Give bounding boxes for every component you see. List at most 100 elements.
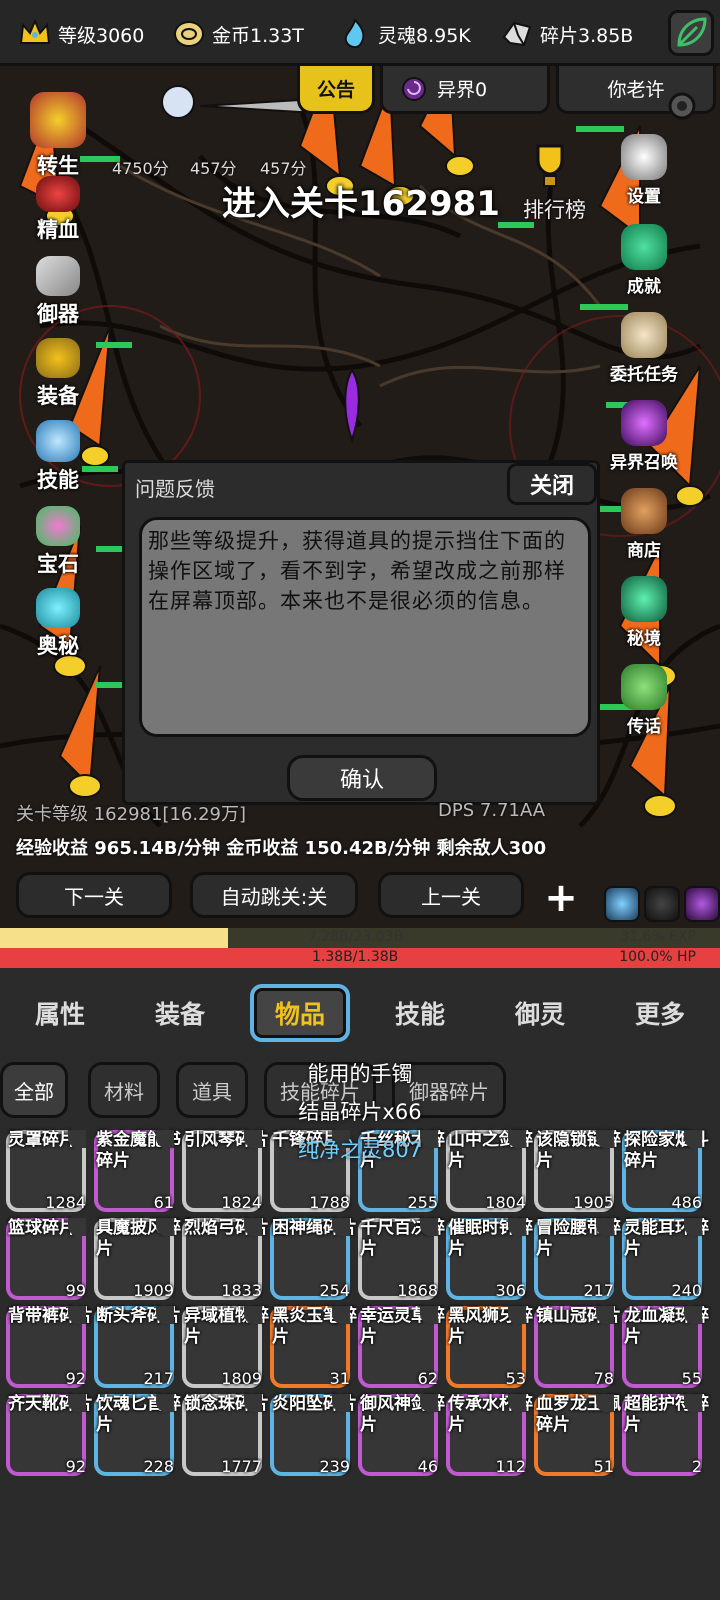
settings-gear-icon[interactable] — [662, 86, 702, 126]
auto-skip-button[interactable]: 自动跳关:关 — [190, 872, 358, 918]
buff-void-icon[interactable] — [684, 886, 720, 922]
portal-icon — [621, 400, 667, 446]
item-count: 228 — [143, 1457, 174, 1476]
tab-items[interactable]: 物品 — [250, 984, 350, 1042]
shard-text: 碎片3.85B — [540, 24, 634, 47]
shop-label: 商店 — [627, 541, 661, 561]
exp-percent: 31.6% EXP — [620, 929, 696, 945]
side-secret-realm-button[interactable]: 秘境 — [604, 576, 684, 649]
item-count: 217 — [583, 1281, 614, 1300]
side-achievement-button[interactable]: 成就 — [604, 224, 684, 297]
item-slot[interactable]: 传承水杯碎片 112 — [446, 1394, 533, 1476]
leaf-icon — [677, 17, 707, 47]
exp-bar: 7.28B/23.03B 31.6% EXP — [0, 928, 720, 948]
shop-bag-icon — [621, 488, 667, 534]
item-slot[interactable]: 超能护符碎片 2 — [622, 1394, 709, 1476]
item-slot[interactable]: 灵能耳环碎片 240 — [622, 1218, 709, 1300]
helmet-icon — [36, 338, 80, 378]
side-summon-button[interactable]: 异界召唤 — [604, 400, 684, 473]
item-slot[interactable]: 千尺百决碎片 1868 — [358, 1218, 445, 1300]
tab-spirits[interactable]: 御灵 — [490, 984, 590, 1042]
level-text: 等级3060 — [58, 24, 145, 47]
side-skill-button[interactable]: 技能 — [18, 420, 98, 494]
item-slot[interactable]: 催眠时钟碎片 306 — [446, 1218, 533, 1300]
realm-swirl-icon — [402, 76, 426, 101]
item-slot[interactable]: 锁念珠碎片 1777 — [182, 1394, 269, 1476]
plus-button[interactable]: + — [538, 876, 584, 922]
realm-tab[interactable]: 异界0 — [380, 66, 550, 114]
item-slot[interactable]: 断头斧碎片 217 — [94, 1306, 181, 1388]
side-essence-button[interactable]: 精血 — [18, 176, 98, 244]
item-slot[interactable]: 篮球碎片 99 — [6, 1218, 86, 1300]
item-count: 53 — [505, 1369, 526, 1388]
item-slot[interactable]: 烈焰弓碎片 1833 — [182, 1218, 269, 1300]
level-resource: 等级3060 — [18, 12, 144, 56]
item-slot[interactable]: 镇山冠碎片 78 — [534, 1306, 621, 1388]
side-gem-button[interactable]: 宝石 — [18, 506, 98, 578]
buff-lightning-icon[interactable] — [604, 886, 640, 922]
tab-skills[interactable]: 技能 — [370, 984, 470, 1042]
item-slot[interactable]: 具魔披风碎片 1909 — [94, 1218, 181, 1300]
item-slot[interactable]: 饮魂匕首碎片 228 — [94, 1394, 181, 1476]
item-slot[interactable]: 背带裤碎片 92 — [6, 1306, 93, 1388]
stage-title: 进入关卡162981 — [222, 184, 500, 224]
item-count: 46 — [417, 1457, 438, 1476]
trophy-icon[interactable] — [528, 140, 572, 190]
item-count: 306 — [495, 1281, 526, 1300]
item-slot[interactable]: 齐天靴碎片 92 — [6, 1394, 93, 1476]
hp-bar: 1.38B/1.38B 100.0% HP — [0, 948, 720, 968]
confirm-button[interactable]: 确认 — [287, 755, 437, 801]
side-commission-button[interactable]: 委托任务 — [604, 312, 684, 385]
item-name: 龙血凝珠碎片 — [624, 1306, 709, 1347]
side-arcana-button[interactable]: 奥秘 — [18, 588, 98, 660]
prev-stage-button[interactable]: 上一关 — [378, 872, 524, 918]
sword-icon — [36, 256, 80, 296]
side-message-button[interactable]: 传话 — [604, 664, 684, 737]
item-name: 烈焰弓碎片 — [184, 1218, 269, 1238]
buff-dark-orb-icon[interactable] — [644, 886, 680, 922]
next-stage-button[interactable]: 下一关 — [16, 872, 172, 918]
side-settings-button[interactable]: 设置 — [604, 134, 684, 207]
item-slot[interactable]: 御风神剑碎片 46 — [358, 1394, 445, 1476]
ranking-label[interactable]: 排行榜 — [523, 194, 586, 224]
item-name: 催眠时钟碎片 — [448, 1218, 533, 1259]
tab-attributes[interactable]: 属性 — [10, 984, 110, 1042]
item-name: 饮魂匕首碎片 — [96, 1394, 181, 1435]
feedback-textarea[interactable]: 那些等级提升，获得道具的提示挡住下面的操作区域了，看不到字，希望改成之前那样在屏… — [139, 517, 591, 737]
item-slot[interactable]: 龙血凝珠碎片 55 — [622, 1306, 709, 1388]
item-count: 1788 — [309, 1193, 350, 1212]
item-slot[interactable]: 幸运灵草碎片 62 — [358, 1306, 445, 1388]
item-count: 1824 — [221, 1193, 262, 1212]
item-slot[interactable]: 炎阳坠碎片 239 — [270, 1394, 357, 1476]
item-slot[interactable]: 血罗龙王佩碎片 51 — [534, 1394, 621, 1476]
close-button[interactable]: 关闭 — [507, 463, 597, 505]
tab-equipment[interactable]: 装备 — [130, 984, 230, 1042]
commission-label: 委托任务 — [610, 365, 678, 385]
leaf-menu-button[interactable] — [668, 10, 714, 56]
item-slot[interactable]: 黑炎玉笔碎片 31 — [270, 1306, 357, 1388]
horn-icon — [621, 664, 667, 710]
main-tab-bar: 属性 装备 物品 技能 御灵 更多 — [0, 972, 720, 1054]
item-count: 240 — [671, 1281, 702, 1300]
item-slot[interactable]: 冒险腰带碎片 217 — [534, 1218, 621, 1300]
item-count: 92 — [65, 1369, 86, 1388]
soul-flame-icon — [344, 18, 365, 49]
toast-pure-spirit: 纯净之灵807 — [297, 1138, 423, 1162]
skill-label: 技能 — [37, 468, 79, 492]
side-shop-button[interactable]: 商店 — [604, 488, 684, 561]
arcana-star-icon — [36, 588, 80, 628]
hp-percent: 100.0% HP — [619, 949, 696, 965]
settings-label: 设置 — [627, 187, 661, 207]
item-count: 31 — [329, 1369, 350, 1388]
essence-label: 精血 — [37, 218, 79, 242]
item-slot[interactable]: 异域植物碎片 1809 — [182, 1306, 269, 1388]
item-count: 78 — [593, 1369, 614, 1388]
side-artifact-button[interactable]: 御器 — [18, 256, 98, 328]
item-slot[interactable]: 困神绳碎片 254 — [270, 1218, 357, 1300]
tab-more[interactable]: 更多 — [610, 984, 710, 1042]
notice-tab[interactable]: 公告 — [297, 66, 375, 114]
item-slot[interactable]: 黑风狮牙碎片 53 — [446, 1306, 533, 1388]
settings-icon — [621, 134, 667, 180]
side-equipment-button[interactable]: 装备 — [18, 338, 98, 410]
side-rebirth-button[interactable]: 转生 — [18, 92, 98, 180]
